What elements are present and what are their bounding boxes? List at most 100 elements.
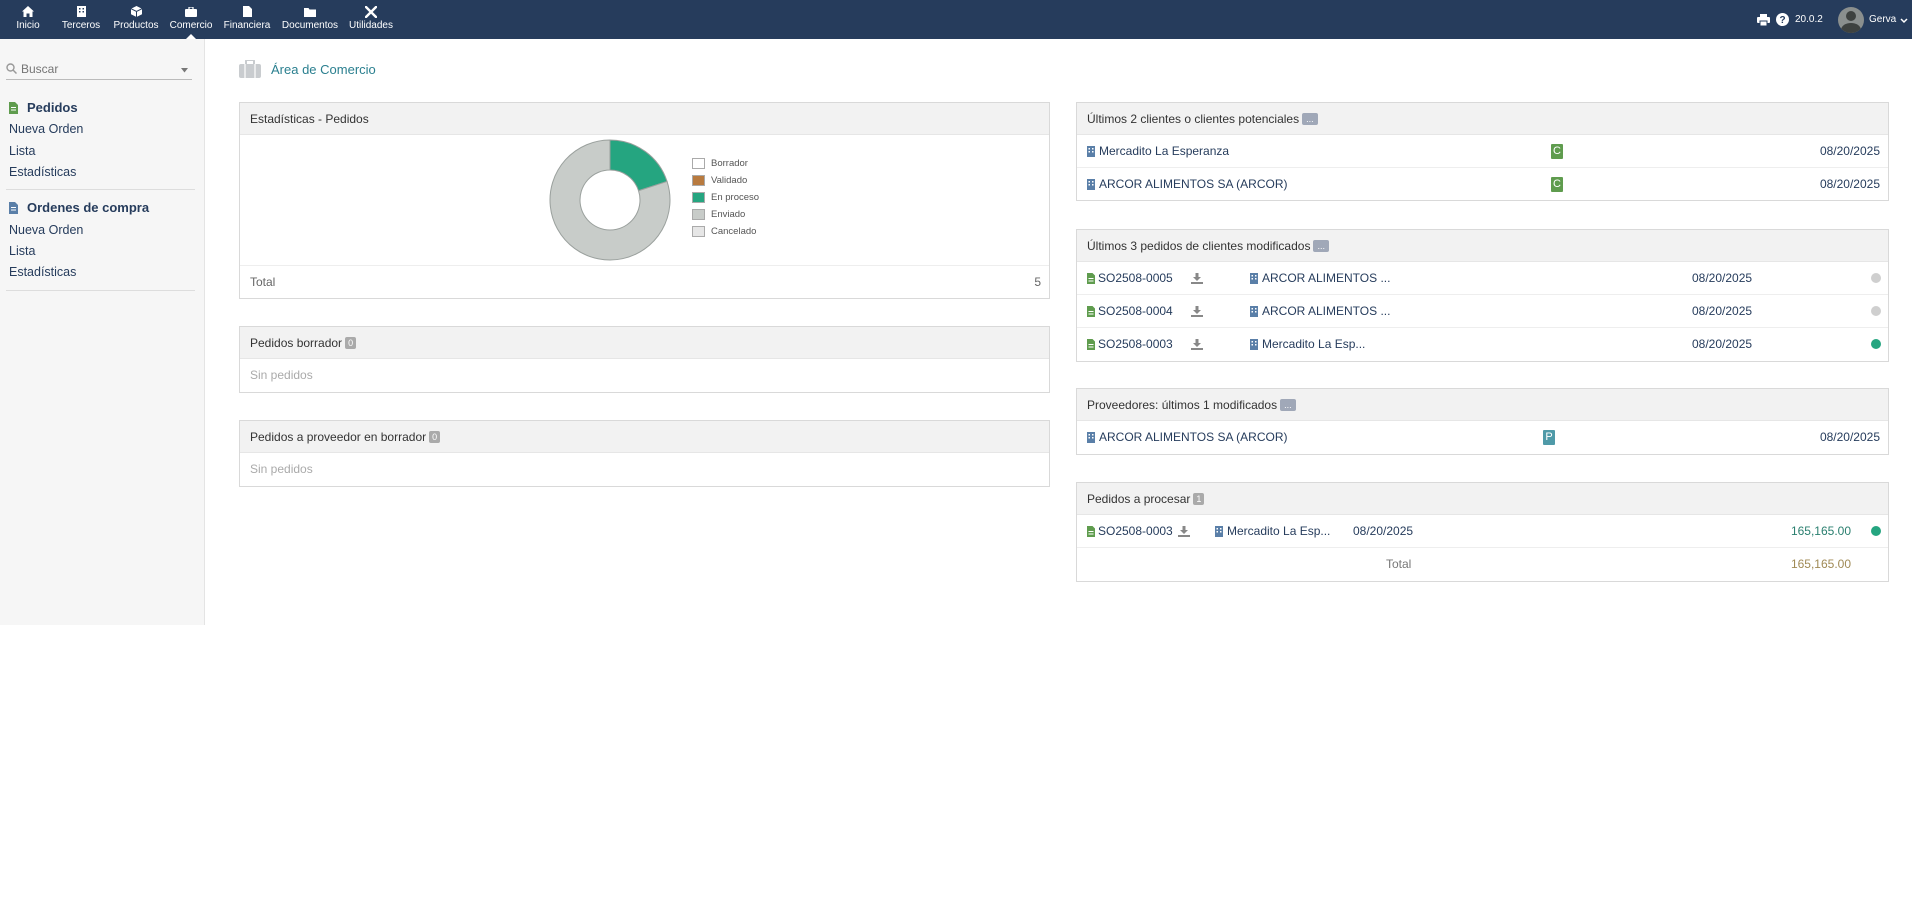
user-name: Gerva [1869, 14, 1897, 25]
legend-item: Borrador [692, 155, 759, 172]
dropdown-arrow-icon[interactable] [181, 62, 188, 76]
legend-swatch [692, 226, 705, 237]
building-icon [1087, 145, 1095, 157]
legend-label: Validado [711, 175, 748, 186]
help-icon[interactable]: ? [1776, 0, 1789, 39]
total-value: 165,165.00 [1790, 557, 1851, 571]
sidebar-link-estadisticas[interactable]: Estadísticas [9, 165, 76, 179]
tag-label: C [1551, 143, 1563, 159]
supplier-type-tag: P [1543, 421, 1555, 453]
order-ref: SO2508-0003 [1098, 524, 1173, 538]
cube-icon [130, 5, 142, 18]
client-link[interactable]: Mercadito La Esp... [1250, 328, 1365, 360]
building-icon [1250, 305, 1258, 317]
order-link[interactable]: SO2508-0003 [1087, 515, 1173, 547]
client-type-tag: C [1551, 135, 1563, 167]
stats-panel-header: Estadísticas - Pedidos [240, 103, 1049, 135]
legend-item: Validado [692, 172, 759, 189]
building-icon [1250, 272, 1258, 284]
status-dot [1871, 328, 1881, 360]
order-file-icon [1087, 525, 1095, 537]
suppliers-header: Proveedores: últimos 1 modificados ... [1077, 389, 1888, 421]
sidebar-link-nueva-orden[interactable]: Nueva Orden [9, 223, 83, 237]
table-row: SO2508-0003 Mercadito La Esp... 08/20/20… [1077, 515, 1888, 548]
sidebar-section-label: Ordenes de compra [27, 200, 150, 215]
nav-terceros[interactable]: Terceros [58, 0, 104, 39]
legend-swatch [692, 175, 705, 186]
page-title: Área de Comercio [239, 60, 376, 78]
file-icon [242, 5, 252, 18]
supplier-name: ARCOR ALIMENTOS SA (ARCOR) [1099, 430, 1288, 444]
nav-label: Inicio [16, 20, 40, 31]
building-icon [76, 5, 86, 18]
total-label: Total [250, 275, 276, 289]
order-link[interactable]: SO2508-0005 [1087, 262, 1173, 294]
empty-message: Sin pedidos [250, 462, 313, 476]
nav-comercio[interactable]: Comercio [168, 0, 214, 39]
client-link[interactable]: ARCOR ALIMENTOS ... [1250, 262, 1390, 294]
client-link[interactable]: Mercadito La Esp... [1215, 515, 1330, 547]
print-icon[interactable] [1757, 0, 1770, 39]
nav-inicio[interactable]: Inicio [12, 0, 44, 39]
tag-label: P [1543, 429, 1555, 445]
table-row: SO2508-0003 Mercadito La Esp... 08/20/20… [1077, 328, 1888, 360]
order-file-icon [1087, 272, 1095, 284]
more-button[interactable]: ... [1313, 239, 1329, 252]
sidebar-link-lista[interactable]: Lista [9, 244, 35, 258]
status-dot [1871, 262, 1881, 294]
order-ref: SO2508-0003 [1098, 337, 1173, 351]
user-menu[interactable]: Gerva [1838, 0, 1908, 39]
legend-label: Cancelado [711, 226, 757, 237]
sidebar-link-lista[interactable]: Lista [9, 144, 35, 158]
page-title-text: Área de Comercio [271, 61, 376, 77]
nav-label: Financiera [223, 20, 271, 31]
nav-documentos[interactable]: Documentos [279, 0, 341, 39]
sidebar-section-ordenes-compra[interactable]: Ordenes de compra [9, 200, 149, 215]
legend-swatch [692, 209, 705, 220]
total-label: Total [1386, 557, 1412, 571]
legend-swatch [692, 158, 705, 169]
supplier-drafts-panel: Pedidos a proveedor en borrador 0 Sin pe… [239, 420, 1050, 487]
sidebar-section-label: Pedidos [27, 100, 78, 115]
download-icon[interactable] [1178, 515, 1190, 547]
client-name: Mercadito La Esp... [1262, 337, 1366, 351]
search-input[interactable] [17, 61, 171, 76]
more-button[interactable]: ... [1302, 112, 1318, 125]
nav-label: Productos [113, 20, 159, 31]
download-icon[interactable] [1191, 295, 1203, 327]
table-row: ARCOR ALIMENTOS SA (ARCOR) C 08/20/2025 [1077, 168, 1888, 200]
last-clients-panel: Últimos 2 clientes o clientes potenciale… [1076, 102, 1889, 201]
download-icon[interactable] [1191, 262, 1203, 294]
download-icon[interactable] [1191, 328, 1203, 360]
last-clients-title: Últimos 2 clientes o clientes potenciale… [1087, 111, 1300, 126]
nav-label: Terceros [61, 20, 101, 31]
order-link[interactable]: SO2508-0003 [1087, 328, 1173, 360]
suppliers-panel: Proveedores: últimos 1 modificados ... A… [1076, 388, 1889, 455]
building-icon [1087, 431, 1095, 443]
supplier-link[interactable]: ARCOR ALIMENTOS SA (ARCOR) [1087, 421, 1287, 453]
order-link[interactable]: SO2508-0004 [1087, 295, 1173, 327]
sidebar-link-nueva-orden[interactable]: Nueva Orden [9, 122, 83, 136]
table-row: Mercadito La Esperanza C 08/20/2025 [1077, 135, 1888, 168]
chevron-down-icon [1900, 13, 1908, 27]
search-box[interactable] [6, 58, 192, 80]
tools-icon [365, 5, 377, 18]
client-link[interactable]: ARCOR ALIMENTOS SA (ARCOR) [1087, 168, 1287, 200]
nav-productos[interactable]: Productos [111, 0, 161, 39]
sidebar-link-estadisticas[interactable]: Estadísticas [9, 265, 76, 279]
last-orders-header: Últimos 3 pedidos de clientes modificado… [1077, 230, 1888, 262]
more-button[interactable]: ... [1280, 398, 1296, 411]
client-name: ARCOR ALIMENTOS SA (ARCOR) [1099, 177, 1288, 191]
order-file-icon [1087, 305, 1095, 317]
status-indicator [1871, 273, 1881, 283]
nav-financiera[interactable]: Financiera [221, 0, 273, 39]
client-link[interactable]: Mercadito La Esperanza [1087, 135, 1229, 167]
table-row: SO2508-0005 ARCOR ALIMENTOS ... 08/20/20… [1077, 262, 1888, 295]
status-dot [1871, 295, 1881, 327]
sidebar-section-pedidos[interactable]: Pedidos [9, 100, 78, 115]
nav-utilidades[interactable]: Utilidades [347, 0, 395, 39]
sidebar-divider [6, 290, 195, 291]
client-link[interactable]: ARCOR ALIMENTOS ... [1250, 295, 1390, 327]
client-name: ARCOR ALIMENTOS ... [1262, 304, 1391, 318]
sidebar-divider [6, 189, 195, 190]
